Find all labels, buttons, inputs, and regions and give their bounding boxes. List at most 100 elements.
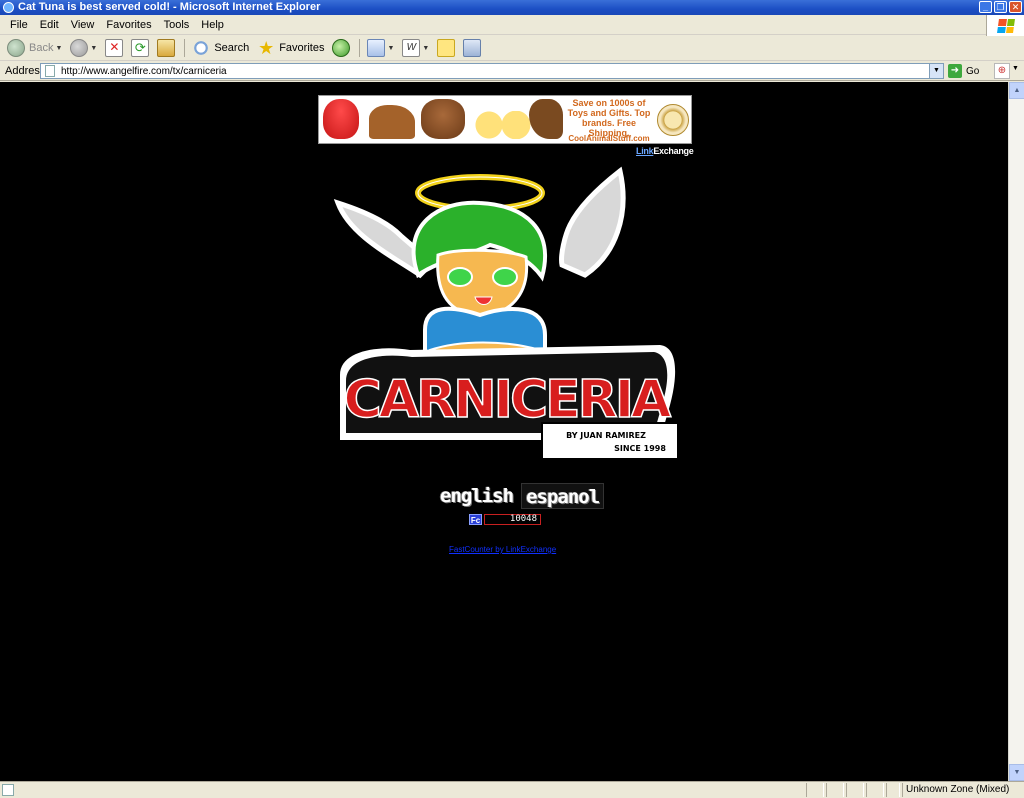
search-label: Search [214,42,250,54]
english-link[interactable]: english [436,483,518,509]
search-icon [192,39,211,57]
research-icon [463,39,482,57]
menu-bar: File Edit View Favorites Tools Help [0,15,1024,35]
research-button[interactable] [460,37,484,59]
hobby-horse-image [529,99,563,139]
address-url[interactable]: http://www.angelfire.com/tx/carniceria [61,66,227,77]
language-selector: english espanol [436,483,605,509]
go-button[interactable]: ➜ Go [948,64,979,78]
windows-logo [986,15,1024,37]
refresh-icon: ⟳ [131,39,150,57]
page-status-icon [2,784,14,796]
menu-tools[interactable]: Tools [158,15,196,35]
favorites-button[interactable]: ★ Favorites [254,37,327,59]
status-panel [866,783,884,797]
refresh-button[interactable]: ⟳ [128,37,152,59]
search-button[interactable]: Search [189,37,252,59]
chevron-down-icon[interactable]: ▼ [90,45,97,52]
page-icon [45,65,55,77]
chevron-down-icon[interactable]: ▼ [387,45,394,52]
minimize-button[interactable]: _ [979,1,992,13]
address-bar: Address http://www.angelfire.com/tx/carn… [0,61,1024,81]
home-icon [157,39,176,57]
standard-toolbar: Back ▼ ▼ ⟳ Search ★ Favorites [0,36,1024,61]
horse-toy-image [369,105,415,139]
menu-help[interactable]: Help [195,15,230,35]
links-icon[interactable]: ⊕ [994,63,1010,79]
status-bar: Unknown Zone (Mixed) [0,781,1024,798]
linkexchange-part-a: Link [636,146,654,156]
logo-title: CARNICERIA [344,370,671,430]
status-panel [806,783,824,797]
menu-file[interactable]: File [4,15,34,35]
byline-box [541,422,679,460]
close-button[interactable]: ✕ [1009,1,1022,13]
hit-counter[interactable]: Fc 10048 [469,514,541,525]
back-label: Back [29,42,54,54]
chevron-down-icon[interactable]: ▼ [422,45,429,52]
right-eye [492,267,518,287]
fastcounter-link[interactable]: FastCounter by LinkExchange [449,545,556,554]
chevron-down-icon[interactable]: ▼ [55,45,62,52]
byline-1: BY JUAN RAMIREZ [566,431,646,440]
word-icon: W [402,39,421,57]
discuss-button[interactable] [434,37,458,59]
duck-slippers-image [471,111,531,139]
fastcounter-badge: Fc [469,514,482,525]
windows-flag-icon [996,19,1015,33]
linkexchange-part-b: Exchange [653,146,694,156]
address-label: Address [5,64,46,77]
chevron-down-icon[interactable]: ▼ [1012,65,1019,72]
ie-icon [3,2,14,13]
menu-view[interactable]: View [65,15,101,35]
left-eye [447,267,473,287]
byline-2: SINCE 1998 [614,444,666,453]
espanol-link[interactable]: espanol [521,483,605,509]
address-input[interactable]: http://www.angelfire.com/tx/carniceria ▼ [40,63,944,79]
address-dropdown-icon[interactable]: ▼ [929,64,943,78]
banner-text: Save on 1000s of Toys and Gifts. Top bra… [567,98,651,138]
window-title: Cat Tuna is best served cold! - Microsof… [18,1,321,13]
forward-button[interactable]: ▼ [67,37,100,59]
right-wing [559,166,626,278]
toolbar-separator [359,39,361,57]
security-zone: Unknown Zone (Mixed) [902,783,1022,797]
stop-button[interactable] [102,37,126,59]
forward-arrow-icon [70,39,89,57]
status-panel [886,783,900,797]
dog-puppet-image [421,99,465,139]
status-panel [826,783,844,797]
media-button[interactable] [329,37,353,59]
favorites-label: Favorites [279,42,325,54]
title-bar[interactable]: Cat Tuna is best served cold! - Microsof… [0,0,1024,15]
toolbar-separator [184,39,186,57]
edit-button[interactable]: W ▼ [399,37,432,59]
banner-site: CoolAnimalStuff.com [568,134,650,143]
scroll-up-arrow-icon[interactable]: ▲ [1009,82,1024,99]
back-button[interactable]: Back ▼ [4,37,65,59]
menu-edit[interactable]: Edit [34,15,65,35]
back-arrow-icon [7,39,25,57]
elmo-toy-image [323,99,359,139]
window-controls: _ ❐ ✕ [979,1,1022,13]
home-button[interactable] [154,37,178,59]
menu-favorites[interactable]: Favorites [100,15,157,35]
status-panel [846,783,864,797]
note-icon [437,39,456,57]
maximize-button[interactable]: ❐ [994,1,1007,13]
mail-button[interactable]: ▼ [364,37,397,59]
seal-icon [657,104,689,136]
linkexchange-link[interactable]: LinkExchange [636,146,694,156]
counter-value: 10048 [484,514,541,525]
scroll-down-arrow-icon[interactable]: ▼ [1009,764,1024,781]
media-icon [332,39,351,57]
carniceria-logo: CARNICERIA BY JUAN RAMIREZ SINCE 1998 [333,166,679,460]
vertical-scrollbar[interactable]: ▲ ▼ [1008,82,1024,781]
page-viewport: Save on 1000s of Toys and Gifts. Top bra… [0,82,1008,781]
star-icon: ★ [258,38,275,58]
ad-banner[interactable]: Save on 1000s of Toys and Gifts. Top bra… [318,95,692,144]
go-arrow-icon: ➜ [948,64,962,78]
stop-icon [105,39,124,57]
go-label: Go [966,65,980,77]
mail-icon [367,39,386,57]
